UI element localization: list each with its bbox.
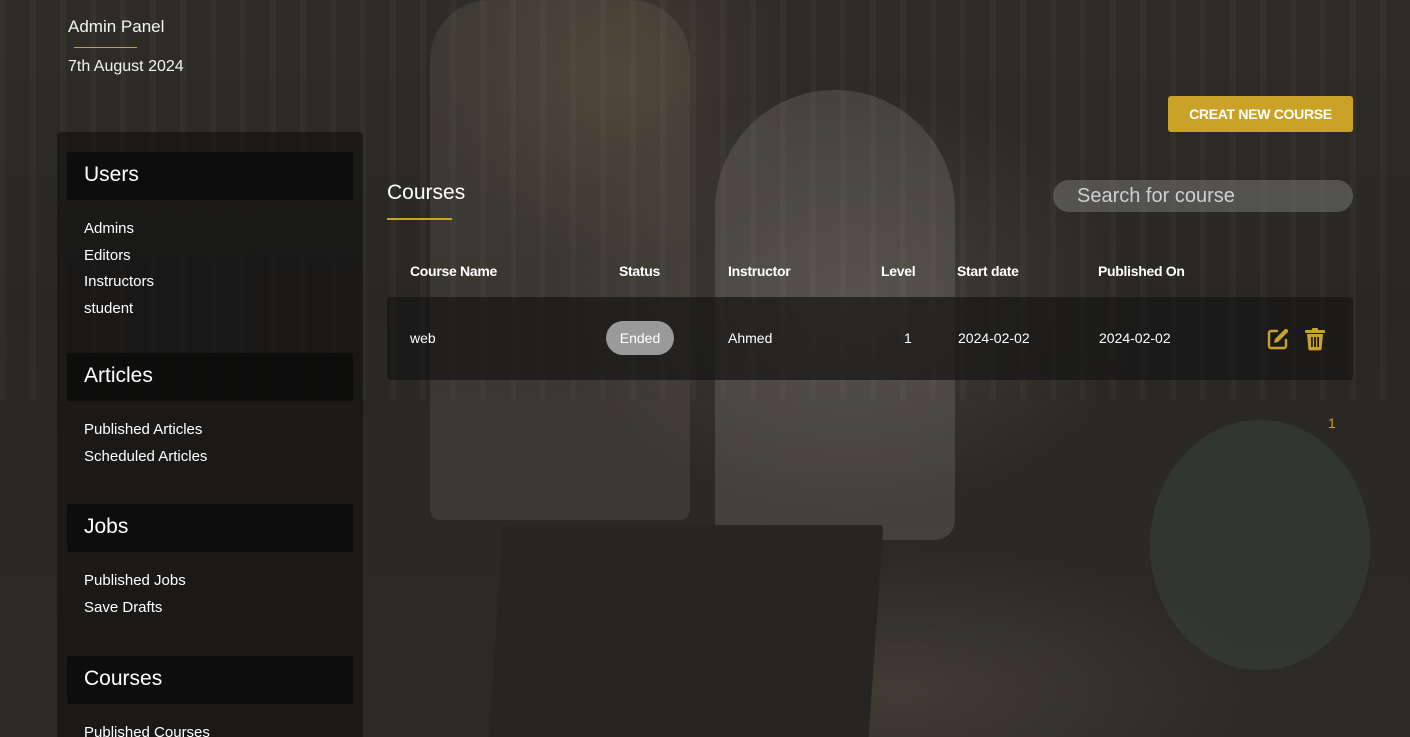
title-underline <box>74 47 137 48</box>
bg-figure-left <box>430 0 690 520</box>
bg-laptop <box>486 525 884 737</box>
search-bar <box>1053 180 1353 212</box>
sidebar-section-users: Users <box>67 152 353 200</box>
pagination-page-1[interactable]: 1 <box>1328 415 1336 431</box>
sidebar-item-instructors[interactable]: Instructors <box>84 269 353 296</box>
sidebar: Users Admins Editors Instructors student… <box>57 132 363 737</box>
column-header-published-on: Published On <box>1098 263 1185 279</box>
trash-icon[interactable] <box>1303 327 1327 351</box>
level-cell: 1 <box>904 330 912 346</box>
sidebar-item-published-jobs[interactable]: Published Jobs <box>84 568 353 595</box>
sidebar-section-articles: Articles <box>67 352 353 401</box>
sidebar-item-published-courses[interactable]: Published Courses <box>84 720 353 737</box>
create-course-button[interactable]: CREAT NEW COURSE <box>1168 96 1353 132</box>
instructor-cell: Ahmed <box>728 330 773 346</box>
page-title: Courses <box>387 181 466 204</box>
brand: Admin Panel 7th August 2024 <box>68 17 184 76</box>
edit-icon[interactable] <box>1266 327 1290 351</box>
start-date-cell: 2024-02-02 <box>958 330 1030 346</box>
search-input[interactable] <box>1053 180 1342 212</box>
sidebar-section-courses: Courses <box>67 655 353 704</box>
sidebar-item-scheduled-articles[interactable]: Scheduled Articles <box>84 444 353 471</box>
page-title-underline <box>387 218 452 220</box>
sidebar-list-jobs: Published Jobs Save Drafts <box>67 552 353 621</box>
table-row: web Ended Ahmed 1 2024-02-02 2024-02-02 <box>387 297 1353 380</box>
sidebar-item-admins[interactable]: Admins <box>84 216 353 243</box>
column-header-start-date: Start date <box>957 263 1019 279</box>
status-badge: Ended <box>606 321 674 355</box>
course-name-cell: web <box>410 330 436 346</box>
sidebar-list-users: Admins Editors Instructors student <box>67 200 353 323</box>
sidebar-item-save-drafts[interactable]: Save Drafts <box>84 595 353 622</box>
bg-plant <box>1150 420 1370 670</box>
sidebar-item-student[interactable]: student <box>84 296 353 323</box>
app-title: Admin Panel <box>68 17 165 36</box>
sidebar-list-articles: Published Articles Scheduled Articles <box>67 401 353 470</box>
sidebar-item-editors[interactable]: Editors <box>84 243 353 270</box>
column-header-status: Status <box>619 263 660 279</box>
sidebar-item-published-articles[interactable]: Published Articles <box>84 417 353 444</box>
column-header-level: Level <box>881 263 916 279</box>
sidebar-list-courses: Published Courses <box>67 704 353 737</box>
column-header-course-name: Course Name <box>410 263 497 279</box>
sidebar-section-jobs: Jobs <box>67 504 353 553</box>
published-on-cell: 2024-02-02 <box>1099 330 1171 346</box>
column-header-instructor: Instructor <box>728 263 791 279</box>
current-date: 7th August 2024 <box>68 58 184 75</box>
